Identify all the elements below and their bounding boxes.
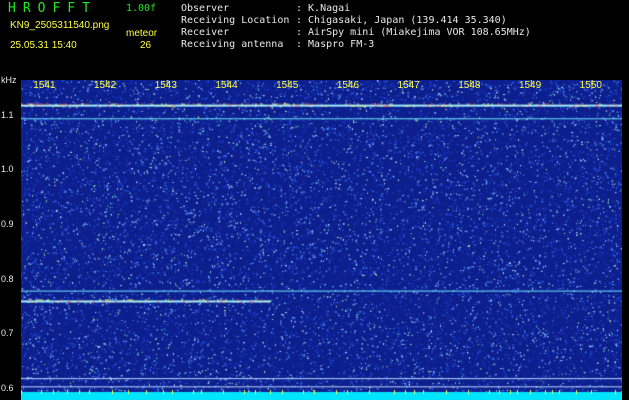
spectrogram-plot: [21, 80, 622, 400]
y-tick-label: 0.7: [1, 328, 14, 339]
plot-right-border: [622, 80, 629, 400]
x-tick-label: 1546: [336, 80, 360, 91]
location-value: : Chigasaki, Japan (139.414 35.340): [296, 15, 507, 26]
receiver-value: : AirSpy mini (Miakejima VOR 108.65MHz): [296, 27, 531, 38]
version-label: 1.00f: [126, 3, 157, 14]
receiver-label: Receiver: [181, 27, 230, 38]
antenna-label: Receiving antenna: [181, 39, 284, 50]
observer-value: : K.Nagai: [296, 3, 351, 14]
y-tick-label: 0.6: [1, 383, 14, 394]
meteor-count: 26: [140, 40, 152, 51]
observer-label: Observer: [181, 3, 230, 14]
antenna-value: : Maspro FM-3: [296, 39, 375, 50]
x-tick-label: 1544: [215, 80, 238, 91]
app-logo: HROFFT: [8, 1, 97, 16]
x-tick-label: 1547: [397, 80, 420, 91]
y-tick-label: 1.0: [1, 164, 14, 175]
x-tick-label: 1548: [458, 80, 481, 91]
location-label: Receiving Location: [181, 15, 290, 26]
x-tick-label: 1543: [154, 80, 177, 91]
x-tick-label: 1550: [579, 80, 602, 91]
meteor-label: meteor: [126, 28, 158, 39]
datetime-label: 25.05.31 15:40: [10, 40, 77, 51]
y-tick-label: 0.9: [1, 218, 14, 229]
y-tick-label: 0.8: [1, 273, 14, 284]
y-tick-label: 1.1: [1, 109, 14, 120]
x-tick-label: 1545: [276, 80, 299, 91]
filename-label: KN9_2505311540.png: [10, 20, 110, 31]
y-unit-label: kHz: [1, 75, 17, 85]
x-tick-label: 1549: [518, 80, 542, 91]
x-tick-label: 1541: [33, 80, 56, 91]
x-tick-label: 1542: [93, 80, 117, 91]
